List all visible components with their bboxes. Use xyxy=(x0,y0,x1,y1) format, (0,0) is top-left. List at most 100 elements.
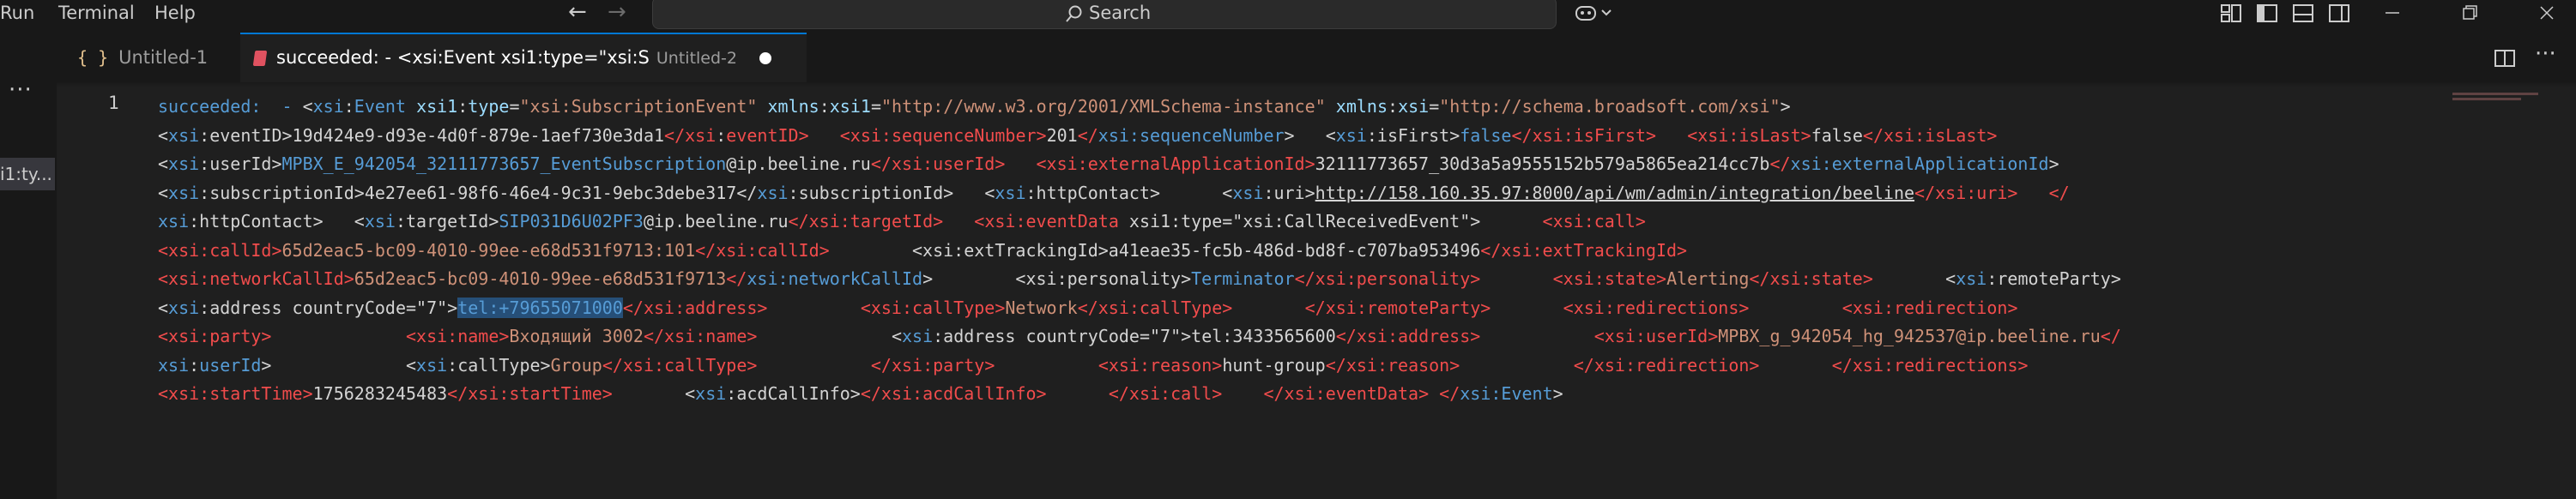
code-token: Network xyxy=(1005,297,1078,318)
code-content[interactable]: succeeded: - <xsi:Event xsi1:type="xsi:S… xyxy=(158,93,2500,409)
code-token: < xyxy=(158,124,169,146)
code-row[interactable]: <xsi:address countryCode="7">tel:+796550… xyxy=(158,294,2500,323)
more-actions-icon[interactable]: ··· xyxy=(9,77,33,103)
copilot-icon[interactable] xyxy=(1574,2,1598,24)
code-token: 32111773657_30d3a5a9555152b579a5865ea214… xyxy=(1315,153,1770,174)
code-token: xsi xyxy=(995,182,1026,203)
menu-terminal[interactable]: Terminal xyxy=(58,0,135,26)
code-token: :address countryCode="7"> xyxy=(199,297,458,318)
close-icon[interactable] xyxy=(2535,2,2559,24)
code-token: xsi xyxy=(902,326,934,346)
code-token: xsi xyxy=(158,211,190,231)
code-token: </xsi:state> xyxy=(1749,268,1873,289)
code-token: tel:+79655071000 xyxy=(457,297,623,318)
toggle-secondary-sidebar-icon[interactable] xyxy=(2327,2,2351,24)
toggle-primary-sidebar-icon[interactable] xyxy=(2255,2,2279,24)
code-token: </ xyxy=(2048,182,2070,203)
code-row[interactable]: xsi:httpContact> <xsi:targetId>SIP031D6U… xyxy=(158,207,2500,237)
unsaved-dot-icon[interactable] xyxy=(759,52,771,64)
back-arrow-icon[interactable]: ← xyxy=(568,0,587,26)
menu-run[interactable]: Run xyxy=(0,0,34,26)
code-token: xsi1 xyxy=(829,96,871,117)
tab-description: Untitled-2 xyxy=(656,49,737,68)
code-token: : xyxy=(457,96,469,117)
code-token: </xsi:callId> xyxy=(695,239,830,261)
title-bar: Run Terminal Help ← → Search xyxy=(0,0,2576,33)
code-token: <xsi:isLast> xyxy=(1687,124,1811,146)
line-number: 1 xyxy=(108,93,119,113)
code-token: Входящий 3002 xyxy=(509,326,644,346)
code-token: < xyxy=(757,326,902,346)
menu-help[interactable]: Help xyxy=(154,0,196,26)
code-token: </ xyxy=(2100,326,2121,346)
sidebar-peek-item[interactable]: i1:ty... xyxy=(0,158,55,190)
code-row[interactable]: <xsi:callId>65d2eac5-bc09-4010-99ee-e68d… xyxy=(158,237,2500,266)
code-row[interactable]: <xsi:subscriptionId>4e27ee61-98f6-46e4-9… xyxy=(158,179,2500,208)
tab-untitled-2[interactable]: succeeded: - <xsi:Event xsi1:type="xsi:S… xyxy=(240,33,807,82)
customize-layout-icon[interactable] xyxy=(2219,2,2243,24)
restore-icon[interactable] xyxy=(2458,2,2482,24)
more-editor-actions-icon[interactable]: ··· xyxy=(2535,41,2556,67)
code-token: = xyxy=(1429,96,1440,117)
code-token: < xyxy=(984,182,995,203)
code-row[interactable]: <xsi:userId>MPBX_E_942054_32111773657_Ev… xyxy=(158,150,2500,179)
code-token: </xsi:isFirst> xyxy=(1511,124,1657,146)
code-token: 19d424e9-d93e-4d0f-879e-1aef730e3da1 xyxy=(292,124,665,146)
code-token: xsi:sequenceNumber xyxy=(1098,124,1285,146)
forward-arrow-icon[interactable]: → xyxy=(608,0,626,26)
editor-area[interactable]: 1 succeeded: - <xsi:Event xsi1:type="xsi… xyxy=(57,82,2576,499)
code-token: <xsi:userId> xyxy=(1593,326,1719,346)
code-token: hunt-group xyxy=(1222,354,1326,376)
code-token: xsi xyxy=(1232,182,1264,203)
code-row[interactable]: <xsi:party> <xsi:name>Входящий 3002</xsi… xyxy=(158,322,2500,352)
code-row[interactable]: <xsi:startTime>1756283245483</xsi:startT… xyxy=(158,380,2500,409)
code-row[interactable]: <xsi:eventID>19d424e9-d93e-4d0f-879e-1ae… xyxy=(158,122,2500,151)
tab-untitled-1[interactable]: { } Untitled-1 xyxy=(69,33,240,82)
code-token: MPBX_g_942054_hg_942537@ip.beeline.ru xyxy=(1718,326,2101,346)
code-token: xsi:externalApplicationId xyxy=(1790,153,2049,174)
code-token: : xyxy=(189,354,200,376)
code-token: type xyxy=(468,96,510,117)
code-token: xsi xyxy=(364,211,396,231)
toggle-panel-icon[interactable] xyxy=(2291,2,2315,24)
minimize-icon[interactable] xyxy=(2380,2,2404,24)
code-row[interactable]: succeeded: - <xsi:Event xsi1:type="xsi:S… xyxy=(158,93,2500,122)
code-token: Terminator xyxy=(1191,268,1295,289)
command-center-search[interactable]: Search xyxy=(652,0,1557,29)
code-token: < xyxy=(158,182,169,203)
code-row[interactable]: xsi:userId> <xsi:callType>Group</xsi:cal… xyxy=(158,352,2500,381)
code-row[interactable]: <xsi:networkCallId>65d2eac5-bc09-4010-99… xyxy=(158,265,2500,294)
code-token: xsi1:type="xsi:CallReceivedEvent"> xyxy=(1118,211,1543,231)
code-token: <xsi:extTrackingId>a41eae35-fc5b-486d-bd… xyxy=(912,239,1481,261)
code-token: :subscriptionId> xyxy=(199,182,365,203)
code-token: < xyxy=(354,211,365,231)
code-token: < xyxy=(1325,124,1336,146)
code-token: <xsi:redirections> xyxy=(1563,297,1750,318)
code-token: xsi xyxy=(685,124,717,146)
code-token: </ xyxy=(726,268,747,289)
code-token: </xsi:extTrackingId> xyxy=(1480,239,1688,261)
split-editor-icon[interactable] xyxy=(2494,48,2516,69)
code-token: : xyxy=(716,124,727,146)
editor-tab-bar: { } Untitled-1 succeeded: - <xsi:Event xs… xyxy=(57,33,2576,83)
code-token: < xyxy=(612,383,696,404)
code-token: xsi xyxy=(312,96,344,117)
code-token: :uri> xyxy=(1263,182,1315,203)
code-token: xmlns xyxy=(1335,96,1388,117)
code-token: :callType> xyxy=(447,354,551,376)
chevron-down-icon[interactable] xyxy=(1599,2,1613,24)
minimap[interactable] xyxy=(2452,93,2555,118)
code-token: 201 xyxy=(1046,124,1078,146)
code-token: xsi xyxy=(168,182,200,203)
scroll-shadow xyxy=(57,82,2576,87)
tab-label: succeeded: - <xsi:Event xsi1:type="xsi:S xyxy=(276,47,650,68)
code-token: Event xyxy=(354,96,407,117)
